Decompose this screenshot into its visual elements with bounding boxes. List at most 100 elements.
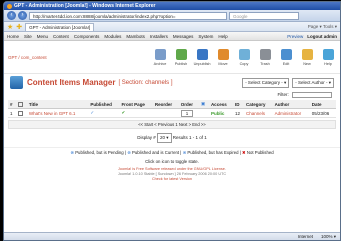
back-icon[interactable]: ‹ <box>7 11 16 20</box>
expired-icon: ⊗ <box>182 150 187 155</box>
col-save-order[interactable]: ▣ <box>198 100 209 109</box>
menu-item-components[interactable]: Components <box>74 34 100 39</box>
edit-icon <box>280 48 292 60</box>
footer: Joomla! is Free Software released under … <box>4 167 340 182</box>
col-title[interactable]: Title <box>26 100 89 109</box>
forward-icon[interactable]: › <box>18 11 27 20</box>
current-icon: ⊗ <box>127 150 131 155</box>
menu-item-menu[interactable]: Menu <box>37 34 48 39</box>
col-author: Author <box>272 100 310 109</box>
move-button[interactable]: Move <box>215 48 231 66</box>
window-title: GPT - Administration [Joomla!] - Windows… <box>14 3 156 9</box>
published-toggle-icon[interactable]: ✓ <box>88 108 120 118</box>
menu-item-mambots[interactable]: Mambots <box>126 34 145 39</box>
menu-item-content[interactable]: Content <box>53 34 69 39</box>
row-date: 05/23/06 <box>309 108 336 118</box>
category-link[interactable]: Channels <box>243 108 273 118</box>
menu-item-site[interactable]: Site <box>24 34 32 39</box>
legend-pending: Published, but is Pending | <box>75 150 126 155</box>
table-header-row: # Title Published Front Page Reorder Ord… <box>8 100 336 109</box>
pagination[interactable]: << Start < Previous 1 Next > End >> <box>8 120 336 129</box>
pending-icon: ⊗ <box>70 150 74 155</box>
menu-item-system[interactable]: System <box>198 34 213 39</box>
preview-link[interactable]: Preview <box>287 34 303 39</box>
row-title-link[interactable]: What's New in GPT 6.1 <box>26 108 89 118</box>
menu-item-installers[interactable]: Installers <box>150 34 168 39</box>
search-input[interactable]: Google <box>229 11 299 20</box>
status-bar: Internet 100% ▾ <box>4 232 340 240</box>
col-published: Published <box>88 100 120 109</box>
row-id: 12 <box>232 108 244 118</box>
breadcrumb: GPT / com_content <box>8 54 47 60</box>
page-title: Content Items Manager <box>27 78 116 87</box>
legend-current: Published and is Current | <box>132 150 182 155</box>
archive-button[interactable]: Archive <box>152 48 168 66</box>
menu-item-modules[interactable]: Modules <box>104 34 121 39</box>
author-select[interactable]: - Select Author - ▾ <box>292 77 334 88</box>
trash-button[interactable]: Trash <box>257 48 273 66</box>
row-select[interactable] <box>15 108 27 118</box>
tools-menu[interactable]: Page ▾ Tools ▾ <box>308 24 337 30</box>
page-header: GPT / com_content Archive Publish Unpubl… <box>4 41 340 73</box>
trash-icon <box>259 48 271 60</box>
access-link[interactable]: Public <box>208 108 233 118</box>
col-reorder: Reorder <box>152 100 179 109</box>
check-version-link[interactable]: Check for latest Version <box>4 177 340 182</box>
menu-item-home[interactable]: Home <box>7 34 19 39</box>
menu-item-help[interactable]: Help <box>218 34 227 39</box>
add-favorite-icon[interactable]: ✚ <box>16 23 22 31</box>
move-icon <box>217 48 229 60</box>
row-spacer <box>198 108 209 118</box>
help-icon <box>322 48 334 60</box>
url-field[interactable]: http://marter4dd.ion.com:8888/joomla/adm… <box>29 11 227 20</box>
legend-expired: Published, but has Expired | <box>187 150 241 155</box>
col-date: Date <box>309 100 336 109</box>
new-icon <box>301 48 313 60</box>
browser-tab[interactable]: GPT - Administration [Joomla!] <box>25 22 95 31</box>
order-input[interactable]: 1 <box>180 109 194 117</box>
filter-input[interactable] <box>292 92 332 98</box>
col-select-all[interactable] <box>15 100 27 109</box>
content-table: # Title Published Front Page Reorder Ord… <box>8 100 336 118</box>
row-reorder[interactable] <box>152 108 179 118</box>
select-all-checkbox[interactable] <box>17 101 23 107</box>
content-manager-icon <box>10 76 23 89</box>
menu-item-messages[interactable]: Messages <box>173 34 194 39</box>
author-link[interactable]: Administrator <box>272 108 310 118</box>
logout-link[interactable]: Logout admin <box>307 34 337 39</box>
row-number: 1 <box>8 108 16 118</box>
new-button[interactable]: New <box>299 48 315 66</box>
row-order[interactable]: 1 <box>178 108 199 118</box>
status-legend: ⊗ Published, but is Pending | ⊗ Publishe… <box>4 147 340 158</box>
results-count: Results 1 - 1 of 1 <box>172 135 207 140</box>
publish-button[interactable]: Publish <box>173 48 189 66</box>
filter-label: Filter: <box>277 92 289 98</box>
col-access: Access <box>208 100 233 109</box>
section-label: [ Section: channels ] <box>118 79 173 86</box>
col-id: ID <box>232 100 244 109</box>
internet-zone: Internet <box>297 233 313 239</box>
save-order-icon[interactable]: ▣ <box>201 101 205 106</box>
toggle-note: Click on icon to toggle state. <box>145 159 199 164</box>
help-button[interactable]: Help <box>320 48 336 66</box>
unpublish-button[interactable]: Unpublish <box>194 48 210 66</box>
col-order: Order <box>178 100 199 109</box>
table-row: 1 What's New in GPT 6.1 ✓ ✔ 1 Public 12 … <box>8 108 336 118</box>
edit-button[interactable]: Edit <box>278 48 294 66</box>
tab-bar: ★ ✚ GPT - Administration [Joomla!] Page … <box>4 22 340 32</box>
zoom-level[interactable]: 100% ▾ <box>321 234 336 240</box>
row-checkbox[interactable] <box>17 110 23 116</box>
archive-icon <box>154 48 166 60</box>
copy-button[interactable]: Copy <box>236 48 252 66</box>
display-row: Display # 20 ▾ Results 1 - 1 of 1 <box>4 131 340 145</box>
display-count-select[interactable]: 20 ▾ <box>156 133 172 143</box>
category-select[interactable]: - Select Category - ▾ <box>242 77 290 88</box>
manager-heading: Content Items Manager [ Section: channel… <box>4 73 340 91</box>
not-published-icon: ✖ <box>242 150 246 155</box>
col-number: # <box>8 100 16 109</box>
admin-menu-bar: Home Site Menu Content Components Module… <box>4 32 340 41</box>
favorites-star-icon[interactable]: ★ <box>7 23 13 31</box>
frontpage-toggle-icon[interactable]: ✔ <box>119 108 153 118</box>
ie-logo-icon <box>7 3 12 9</box>
toolbar: Archive Publish Unpublish Move Copy Tras… <box>152 48 336 66</box>
